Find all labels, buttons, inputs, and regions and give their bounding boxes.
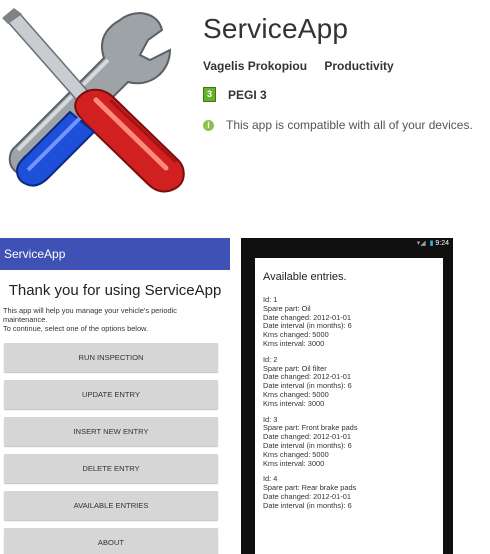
list-item: Id: 2 Spare part: Oil filter Date change…: [263, 355, 443, 409]
entry-kms-interval: Kms interval: 3000: [263, 398, 325, 408]
app-title: ServiceApp: [203, 13, 349, 44]
developer-link[interactable]: Vagelis Prokopiou: [203, 59, 307, 73]
intro-line: This app will help you manage your vehic…: [3, 306, 177, 315]
menu-buttons: RUN INSPECTION UPDATE ENTRY INSERT NEW E…: [0, 343, 230, 554]
entries-dialog: Available entries. Id: 1 Spare part: Oil…: [255, 258, 443, 554]
insert-new-entry-button[interactable]: INSERT NEW ENTRY: [4, 417, 218, 446]
rating-label: PEGI 3: [228, 87, 267, 102]
app-bar: ServiceApp: [0, 238, 230, 270]
pegi-badge-icon: 3: [203, 87, 216, 102]
intro-line: To continue, select one of the options b…: [3, 324, 149, 333]
compatibility-text: This app is compatible with all of your …: [226, 118, 473, 132]
about-button[interactable]: ABOUT: [4, 528, 218, 554]
intro-text: This app will help you manage your vehic…: [0, 306, 230, 333]
delete-entry-button[interactable]: DELETE ENTRY: [4, 454, 218, 483]
content-rating: 3 PEGI 3: [203, 87, 267, 102]
app-icon: [0, 0, 185, 195]
category-link[interactable]: Productivity: [324, 59, 393, 73]
update-entry-button[interactable]: UPDATE ENTRY: [4, 380, 218, 409]
entry-kms-interval: Kms interval: 3000: [263, 458, 325, 468]
entry-kms-interval: Kms interval: 3000: [263, 338, 325, 348]
list-item: Id: 3 Spare part: Front brake pads Date …: [263, 415, 443, 469]
status-time: 9:24: [435, 240, 449, 247]
entry-interval: Date interval (in months): 6: [263, 500, 352, 510]
status-bar: ▾◢ ▮ 9:24: [241, 238, 453, 250]
available-entries-button[interactable]: AVAILABLE ENTRIES: [4, 491, 218, 520]
screenshot-available-entries[interactable]: ▾◢ ▮ 9:24 Available entries. Id: 1 Spare…: [241, 238, 453, 554]
list-item: Id: 4 Spare part: Rear brake pads Date c…: [263, 475, 443, 510]
intro-line: maintenance.: [3, 315, 48, 324]
screenshot-main-menu[interactable]: ServiceApp Thank you for using ServiceAp…: [0, 238, 230, 554]
compatibility-note: i This app is compatible with all of you…: [203, 118, 473, 132]
info-icon: i: [203, 119, 214, 131]
app-meta: Vagelis Prokopiou Productivity: [203, 59, 408, 73]
battery-icon: ▮: [429, 240, 434, 247]
wifi-icon: ▾◢: [416, 240, 426, 247]
run-inspection-button[interactable]: RUN INSPECTION: [4, 343, 218, 372]
welcome-heading: Thank you for using ServiceApp: [8, 282, 222, 299]
list-item: Id: 1 Spare part: Oil Date changed: 2012…: [263, 295, 443, 349]
dialog-title: Available entries.: [263, 271, 347, 283]
